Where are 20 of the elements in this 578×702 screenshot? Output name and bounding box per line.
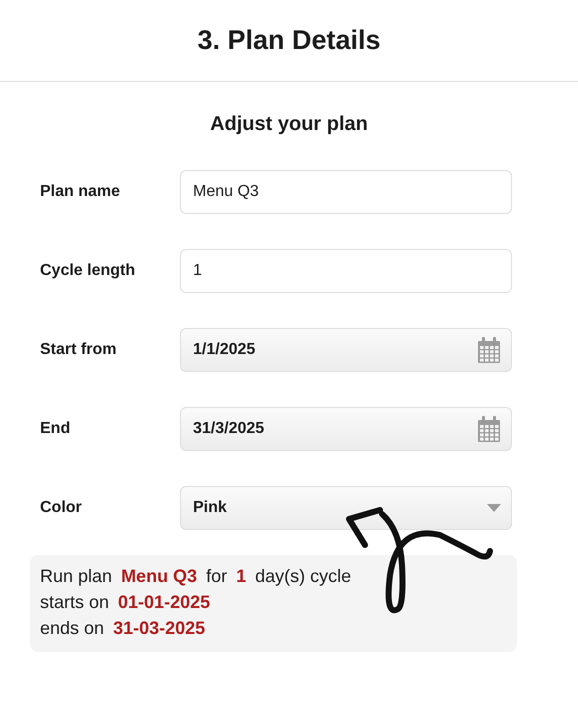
field-value: Menu Q3 xyxy=(193,183,259,201)
field-label: Cycle length xyxy=(40,262,136,280)
date-field[interactable]: 1/1/2025 xyxy=(180,328,512,372)
summary-text: starts on 01-01-2025 xyxy=(40,591,212,614)
field-label: Color xyxy=(40,499,83,517)
field-value: 31/3/2025 xyxy=(193,420,264,438)
field-label: Plan name xyxy=(40,183,122,201)
field-value: 1 xyxy=(193,262,202,280)
dropdown[interactable]: Pink xyxy=(180,486,512,530)
field-label: Start from xyxy=(40,341,118,359)
date-field[interactable]: 31/3/2025 xyxy=(180,407,512,451)
input-field[interactable]: Menu Q3 xyxy=(180,170,512,214)
page-title: 3. Plan Details xyxy=(197,25,381,56)
summary-text: ends on 31-03-2025 xyxy=(40,617,206,640)
input-field[interactable]: 1 xyxy=(180,249,512,293)
section-title: Adjust your plan xyxy=(209,113,369,136)
field-value: 1/1/2025 xyxy=(193,341,256,359)
field-label: End xyxy=(40,420,72,438)
field-value: Pink xyxy=(193,499,227,517)
summary-text: Run plan Menu Q3 for 1 day(s) cycle xyxy=(40,565,352,588)
